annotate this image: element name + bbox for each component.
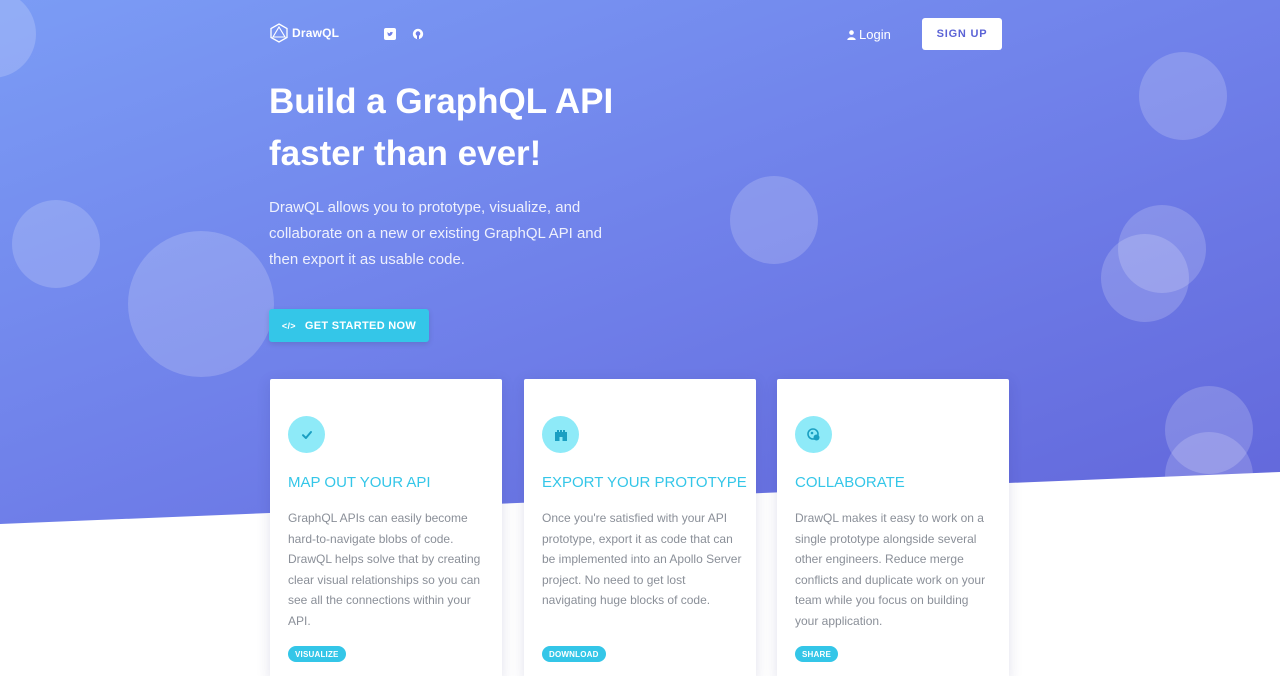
- visualize-tag[interactable]: VISUALIZE: [288, 646, 346, 662]
- feature-description: Once you're satisfied with your API prot…: [542, 511, 742, 608]
- feature-description: DrawQL makes it easy to work on a single…: [795, 511, 986, 628]
- feature-card-collaborate: COLLABORATE DrawQL makes it easy to work…: [777, 379, 1009, 676]
- login-label: Login: [859, 27, 891, 42]
- feature-description: GraphQL APIs can easily become hard-to-n…: [288, 511, 481, 628]
- download-tag[interactable]: DOWNLOAD: [542, 646, 606, 662]
- get-started-label: GET STARTED NOW: [304, 319, 417, 332]
- check-icon: [288, 416, 325, 453]
- feature-title: COLLABORATE: [795, 474, 905, 491]
- top-navigation: DrawQL Login SIGN UP: [0, 0, 1280, 70]
- share-tag[interactable]: SHARE: [795, 646, 839, 662]
- headline-line-2: faster than ever!: [269, 134, 542, 173]
- headline-line-1: Build a GraphQL API: [269, 82, 614, 121]
- castle-icon: [542, 416, 579, 453]
- collaborate-icon: [795, 416, 832, 453]
- login-link[interactable]: Login: [847, 27, 891, 42]
- logo-text: DrawQL: [292, 26, 340, 40]
- feature-card-export: EXPORT YOUR PROTOTYPE Once you're satisf…: [524, 379, 756, 676]
- logo-mark-icon: [270, 23, 288, 43]
- code-icon: </>: [281, 320, 296, 331]
- feature-title: MAP OUT YOUR API: [288, 474, 431, 491]
- decorative-bubble: [1165, 432, 1253, 520]
- decorative-bubble: [128, 231, 274, 377]
- hero-subtitle: DrawQL allows you to prototype, visualiz…: [269, 199, 602, 268]
- get-started-button[interactable]: </> GET STARTED NOW: [269, 309, 429, 342]
- decorative-bubble: [1101, 234, 1189, 322]
- feature-card-map: MAP OUT YOUR API GraphQL APIs can easily…: [270, 379, 502, 676]
- decorative-bubble: [730, 176, 818, 264]
- hero-headline: Build a GraphQL API faster than ever!: [269, 76, 689, 180]
- decorative-bubble: [12, 200, 100, 288]
- github-icon[interactable]: [412, 28, 424, 40]
- feature-title: EXPORT YOUR PROTOTYPE: [542, 474, 747, 491]
- logo[interactable]: DrawQL: [269, 23, 339, 43]
- signup-button[interactable]: SIGN UP: [922, 18, 1002, 50]
- user-icon: [847, 29, 856, 40]
- twitter-icon[interactable]: [384, 28, 396, 40]
